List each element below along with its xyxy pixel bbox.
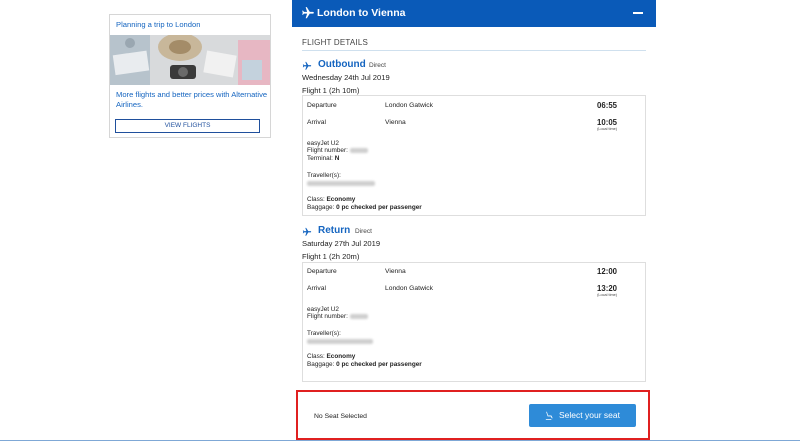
- outbound-date: Wednesday 24th Jul 2019: [302, 73, 390, 82]
- outbound-details-box: Departure London Gatwick 06:55 Arrival V…: [302, 95, 646, 216]
- travellers-list: [307, 338, 373, 346]
- baggage-label: Baggage:: [307, 361, 335, 368]
- outbound-baggage: Baggage: 0 pc checked per passenger: [307, 204, 422, 212]
- local-time-note: (Local time): [597, 293, 617, 297]
- departure-time: 06:55: [597, 101, 617, 110]
- select-seat-label: Select your seat: [559, 410, 620, 420]
- redacted-value: [349, 147, 368, 153]
- seat-status: No Seat Selected: [314, 413, 367, 420]
- travellers-list: [307, 180, 375, 188]
- baggage-value: 0 pc checked per passenger: [336, 204, 422, 211]
- minus-icon[interactable]: [633, 12, 643, 14]
- return-baggage: Baggage: 0 pc checked per passenger: [307, 361, 422, 369]
- divider: [302, 50, 646, 51]
- class-value: Economy: [326, 196, 356, 203]
- airplane-icon: [302, 61, 312, 70]
- flight-number-label: Flight number:: [307, 147, 348, 154]
- promo-card: Planning a trip to London More flights a…: [109, 14, 271, 138]
- arrival-place: Vienna: [385, 119, 406, 126]
- arrival-label: Arrival: [307, 119, 326, 126]
- return-class: Class: Economy: [307, 353, 355, 361]
- outbound-flight-number: Flight number:: [307, 147, 368, 155]
- route-title: London to Vienna: [317, 7, 406, 19]
- departure-place: Vienna: [385, 268, 406, 275]
- class-label: Class:: [307, 353, 325, 360]
- class-value: Economy: [326, 353, 356, 360]
- outbound-title: Outbound: [318, 59, 366, 70]
- redacted-value: [307, 338, 373, 344]
- route-header: London to Vienna: [292, 0, 656, 27]
- select-seat-button[interactable]: Select your seat: [529, 404, 636, 427]
- return-details-box: Departure Vienna 12:00 Arrival London Ga…: [302, 262, 646, 382]
- travellers-label: Traveller(s):: [307, 172, 341, 179]
- travellers-label: Traveller(s):: [307, 330, 341, 337]
- airplane-icon: [302, 7, 314, 19]
- outbound-class: Class: Economy: [307, 196, 355, 204]
- outbound-type: Direct: [369, 62, 386, 69]
- class-label: Class:: [307, 196, 325, 203]
- flight-details-title: FLIGHT DETAILS: [302, 38, 369, 47]
- redacted-value: [307, 180, 375, 186]
- arrival-label: Arrival: [307, 285, 326, 292]
- departure-label: Departure: [307, 102, 337, 109]
- promo-image: [110, 35, 270, 85]
- redacted-value: [349, 313, 368, 319]
- outbound-flight: Flight 1 (2h 10m): [302, 86, 360, 95]
- seat-icon: [545, 411, 553, 420]
- return-flight: Flight 1 (2h 20m): [302, 252, 360, 261]
- baggage-value: 0 pc checked per passenger: [336, 361, 422, 368]
- airplane-icon: [302, 227, 312, 236]
- baggage-label: Baggage:: [307, 204, 335, 211]
- return-flight-number: Flight number:: [307, 313, 368, 321]
- return-title: Return: [318, 225, 351, 236]
- outbound-terminal: Terminal: N: [307, 155, 339, 163]
- return-date: Saturday 27th Jul 2019: [302, 239, 381, 248]
- terminal-value: N: [334, 155, 340, 162]
- return-type: Direct: [355, 228, 372, 235]
- divider: [0, 440, 800, 441]
- promo-text[interactable]: More flights and better prices with Alte…: [116, 90, 270, 110]
- seat-selection-panel: No Seat Selected Select your seat: [296, 390, 650, 440]
- local-time-note: (Local time): [597, 127, 617, 131]
- arrival-time: 10:05: [597, 118, 617, 127]
- view-flights-button[interactable]: VIEW FLIGHTS: [115, 119, 260, 133]
- promo-title[interactable]: Planning a trip to London: [116, 20, 200, 29]
- departure-time: 12:00: [597, 267, 617, 276]
- departure-label: Departure: [307, 268, 337, 275]
- arrival-place: London Gatwick: [385, 285, 433, 292]
- departure-place: London Gatwick: [385, 102, 433, 109]
- terminal-label: Terminal:: [307, 155, 333, 162]
- arrival-time: 13:20: [597, 284, 617, 293]
- flight-number-label: Flight number:: [307, 313, 348, 320]
